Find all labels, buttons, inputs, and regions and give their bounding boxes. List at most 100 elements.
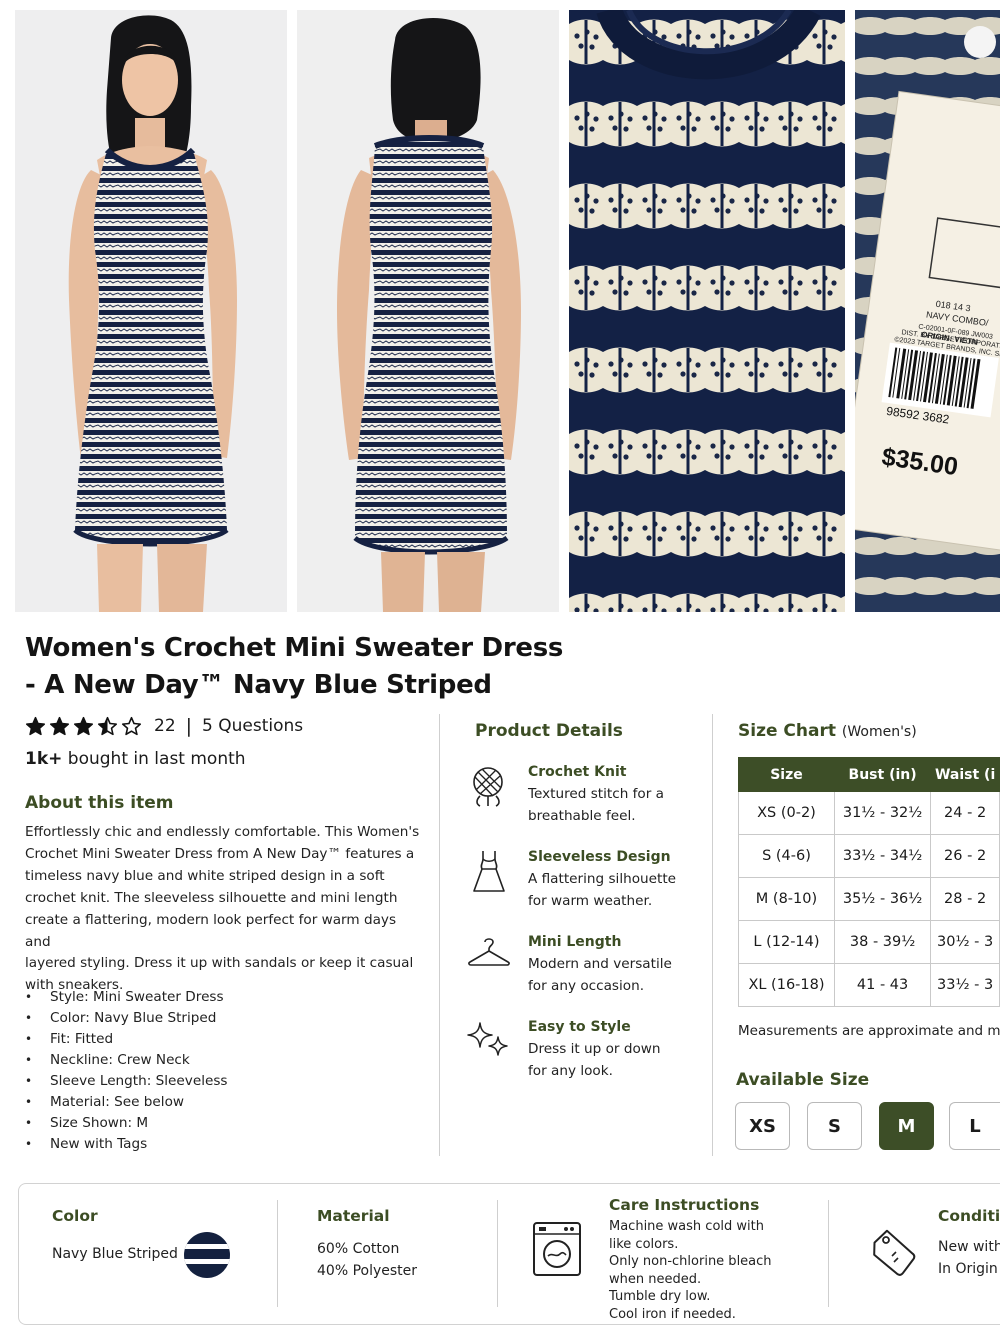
panel-divider <box>497 1200 498 1307</box>
table-row: XS (0-2) 31½ - 32½ 24 - 2 <box>738 791 1000 835</box>
feature-description: Dress it up or down for any look. <box>528 1039 688 1082</box>
column-header: Waist (i <box>930 757 1000 792</box>
size-option-m[interactable]: M <box>879 1102 934 1150</box>
table-cell: 28 - 2 <box>930 877 1000 921</box>
product-image-front[interactable] <box>15 10 287 612</box>
feature-title: Sleeveless Design <box>528 849 671 865</box>
column-header: Bust (in) <box>833 757 932 792</box>
table-cell: 35½ - 36½ <box>833 877 932 921</box>
tag-icon <box>873 1229 916 1276</box>
rating-count[interactable]: 22 <box>154 716 176 736</box>
condition-line: New with <box>938 1239 1000 1255</box>
star-rating[interactable] <box>25 716 142 737</box>
table-cell: 33½ - 34½ <box>833 834 932 878</box>
about-line: Effortlessly chic and endlessly comforta… <box>25 824 420 840</box>
bullet-dot: • <box>25 1074 33 1088</box>
bullet-dot: • <box>25 1116 33 1130</box>
table-row: S (4-6) 33½ - 34½ 26 - 2 <box>738 834 1000 878</box>
about-line: timeless navy blue and white striped des… <box>25 867 385 884</box>
feature-description-line: Dress it up or down <box>528 1041 661 1057</box>
table-row: XL (16-18) 41 - 43 33½ - 3 <box>738 963 1000 1007</box>
size-option-l[interactable]: L <box>949 1102 1000 1150</box>
list-item: • Sleeve Length: Sleeveless <box>25 1071 228 1092</box>
table-cell: 41 - 43 <box>833 963 932 1007</box>
column-divider <box>712 714 713 1156</box>
size-chart-subtitle: (Women's) <box>841 724 917 740</box>
star-full-icon <box>49 716 70 735</box>
product-image-back[interactable] <box>297 10 559 612</box>
about-heading: About this item <box>25 793 174 813</box>
bullet-text: Style: Mini Sweater Dress <box>50 989 224 1005</box>
feature-title: Mini Length <box>528 934 622 950</box>
feature-description: Modern and versatile for any occasion. <box>528 954 688 997</box>
list-item: • New with Tags <box>25 1134 228 1155</box>
about-description: Effortlessly chic and endlessly comforta… <box>25 822 425 997</box>
bought-count: 1k+ bought in last month <box>25 749 246 769</box>
feature-title: Crochet Knit <box>528 764 627 780</box>
star-empty-icon <box>121 716 142 735</box>
care-line: like colors. <box>609 1236 679 1252</box>
size-option-xs[interactable]: XS <box>735 1102 790 1150</box>
table-cell: 24 - 2 <box>930 791 1000 835</box>
color-heading: Color <box>52 1207 98 1225</box>
washing-machine-icon <box>533 1222 581 1276</box>
rating-separator: | <box>185 715 193 737</box>
table-cell: XL (16-18) <box>738 963 835 1007</box>
product-image-knit-closeup[interactable] <box>569 10 845 612</box>
list-item: • Fit: Fitted <box>25 1029 228 1050</box>
table-cell: 31½ - 32½ <box>833 791 932 835</box>
list-item: • Neckline: Crew Neck <box>25 1050 228 1071</box>
feature-bullet-list: • Style: Mini Sweater Dress • Color: Navy … <box>25 987 228 1155</box>
table-cell: XS (0-2) <box>738 791 835 835</box>
care-line: Tumble dry low. <box>609 1289 711 1305</box>
star-full-icon <box>73 716 94 735</box>
feature-description-line: for any look. <box>528 1062 613 1079</box>
product-title-line-2: - A New Day™ Navy Blue Striped <box>25 670 492 700</box>
table-row: L (12-14) 38 - 39½ 30½ - 3 <box>738 920 1000 964</box>
list-item: • Size Shown: M <box>25 1113 228 1134</box>
care-line: Cool iron if needed. <box>609 1306 736 1322</box>
product-details-heading: Product Details <box>475 721 623 741</box>
color-value: Navy Blue Striped <box>52 1246 178 1262</box>
material-heading: Material <box>317 1207 390 1225</box>
bullet-dot: • <box>25 1137 33 1151</box>
feature-description-line: for warm weather. <box>528 892 653 909</box>
product-title-line-1: Women's Crochet Mini Sweater Dress <box>25 633 564 663</box>
questions-link[interactable]: 5 Questions <box>202 716 303 736</box>
material-line: 60% Cotton <box>317 1241 400 1257</box>
size-chart-heading: Size Chart (Women's) <box>738 721 917 741</box>
table-cell: 38 - 39½ <box>833 920 932 964</box>
bullet-dot: • <box>25 1053 33 1067</box>
product-title: Women's Crochet Mini Sweater Dress - A N… <box>25 630 585 704</box>
table-cell: L (12-14) <box>738 920 835 964</box>
feature-description-line: Textured stitch for a <box>528 786 664 802</box>
product-image-price-tag[interactable]: N 018 14 3 NAVY COMBO/ C-02001-0F-089 JW… <box>855 10 1000 612</box>
bullet-dot: • <box>25 1032 33 1046</box>
bullet-text: Neckline: Crew Neck <box>50 1052 190 1068</box>
bought-count-number: 1k+ <box>25 749 63 769</box>
table-cell: M (8-10) <box>738 877 835 921</box>
feature-description-line: A flattering silhouette <box>528 871 677 887</box>
bullet-dot: • <box>25 1095 33 1109</box>
bullet-text: Fit: Fitted <box>50 1031 114 1047</box>
feature-description: Textured stitch for a breathable feel. <box>528 784 688 827</box>
bullet-text: New with Tags <box>50 1136 148 1152</box>
column-divider <box>439 714 440 1156</box>
feature-description: A flattering silhouette for warm weather… <box>528 869 688 912</box>
feature-crochet-knit: Crochet Knit Textured stitch for a breat… <box>466 764 696 824</box>
feature-mini-length: Mini Length Modern and versatile for any… <box>466 934 696 994</box>
bullet-text: Color: Navy Blue Striped <box>50 1010 217 1026</box>
rating-row: 22 | 5 Questions <box>25 712 303 740</box>
table-header-row: Size Bust (in) Waist (i <box>738 757 1000 792</box>
panel-divider <box>277 1200 278 1307</box>
sparkle-icon <box>467 1022 508 1056</box>
care-instructions: Machine wash cold with like colors. Only… <box>609 1218 772 1324</box>
feature-description-line: Modern and versatile <box>528 956 672 972</box>
available-size-heading: Available Size <box>736 1070 870 1090</box>
feature-sleeveless-design: Sleeveless Design A flattering silhouett… <box>466 849 696 909</box>
star-half-icon <box>97 716 118 735</box>
condition-heading: Conditi <box>938 1207 1000 1225</box>
size-option-s[interactable]: S <box>807 1102 862 1150</box>
care-line: Only non-chlorine bleach <box>609 1254 772 1270</box>
bullet-dot: • <box>25 1011 33 1025</box>
